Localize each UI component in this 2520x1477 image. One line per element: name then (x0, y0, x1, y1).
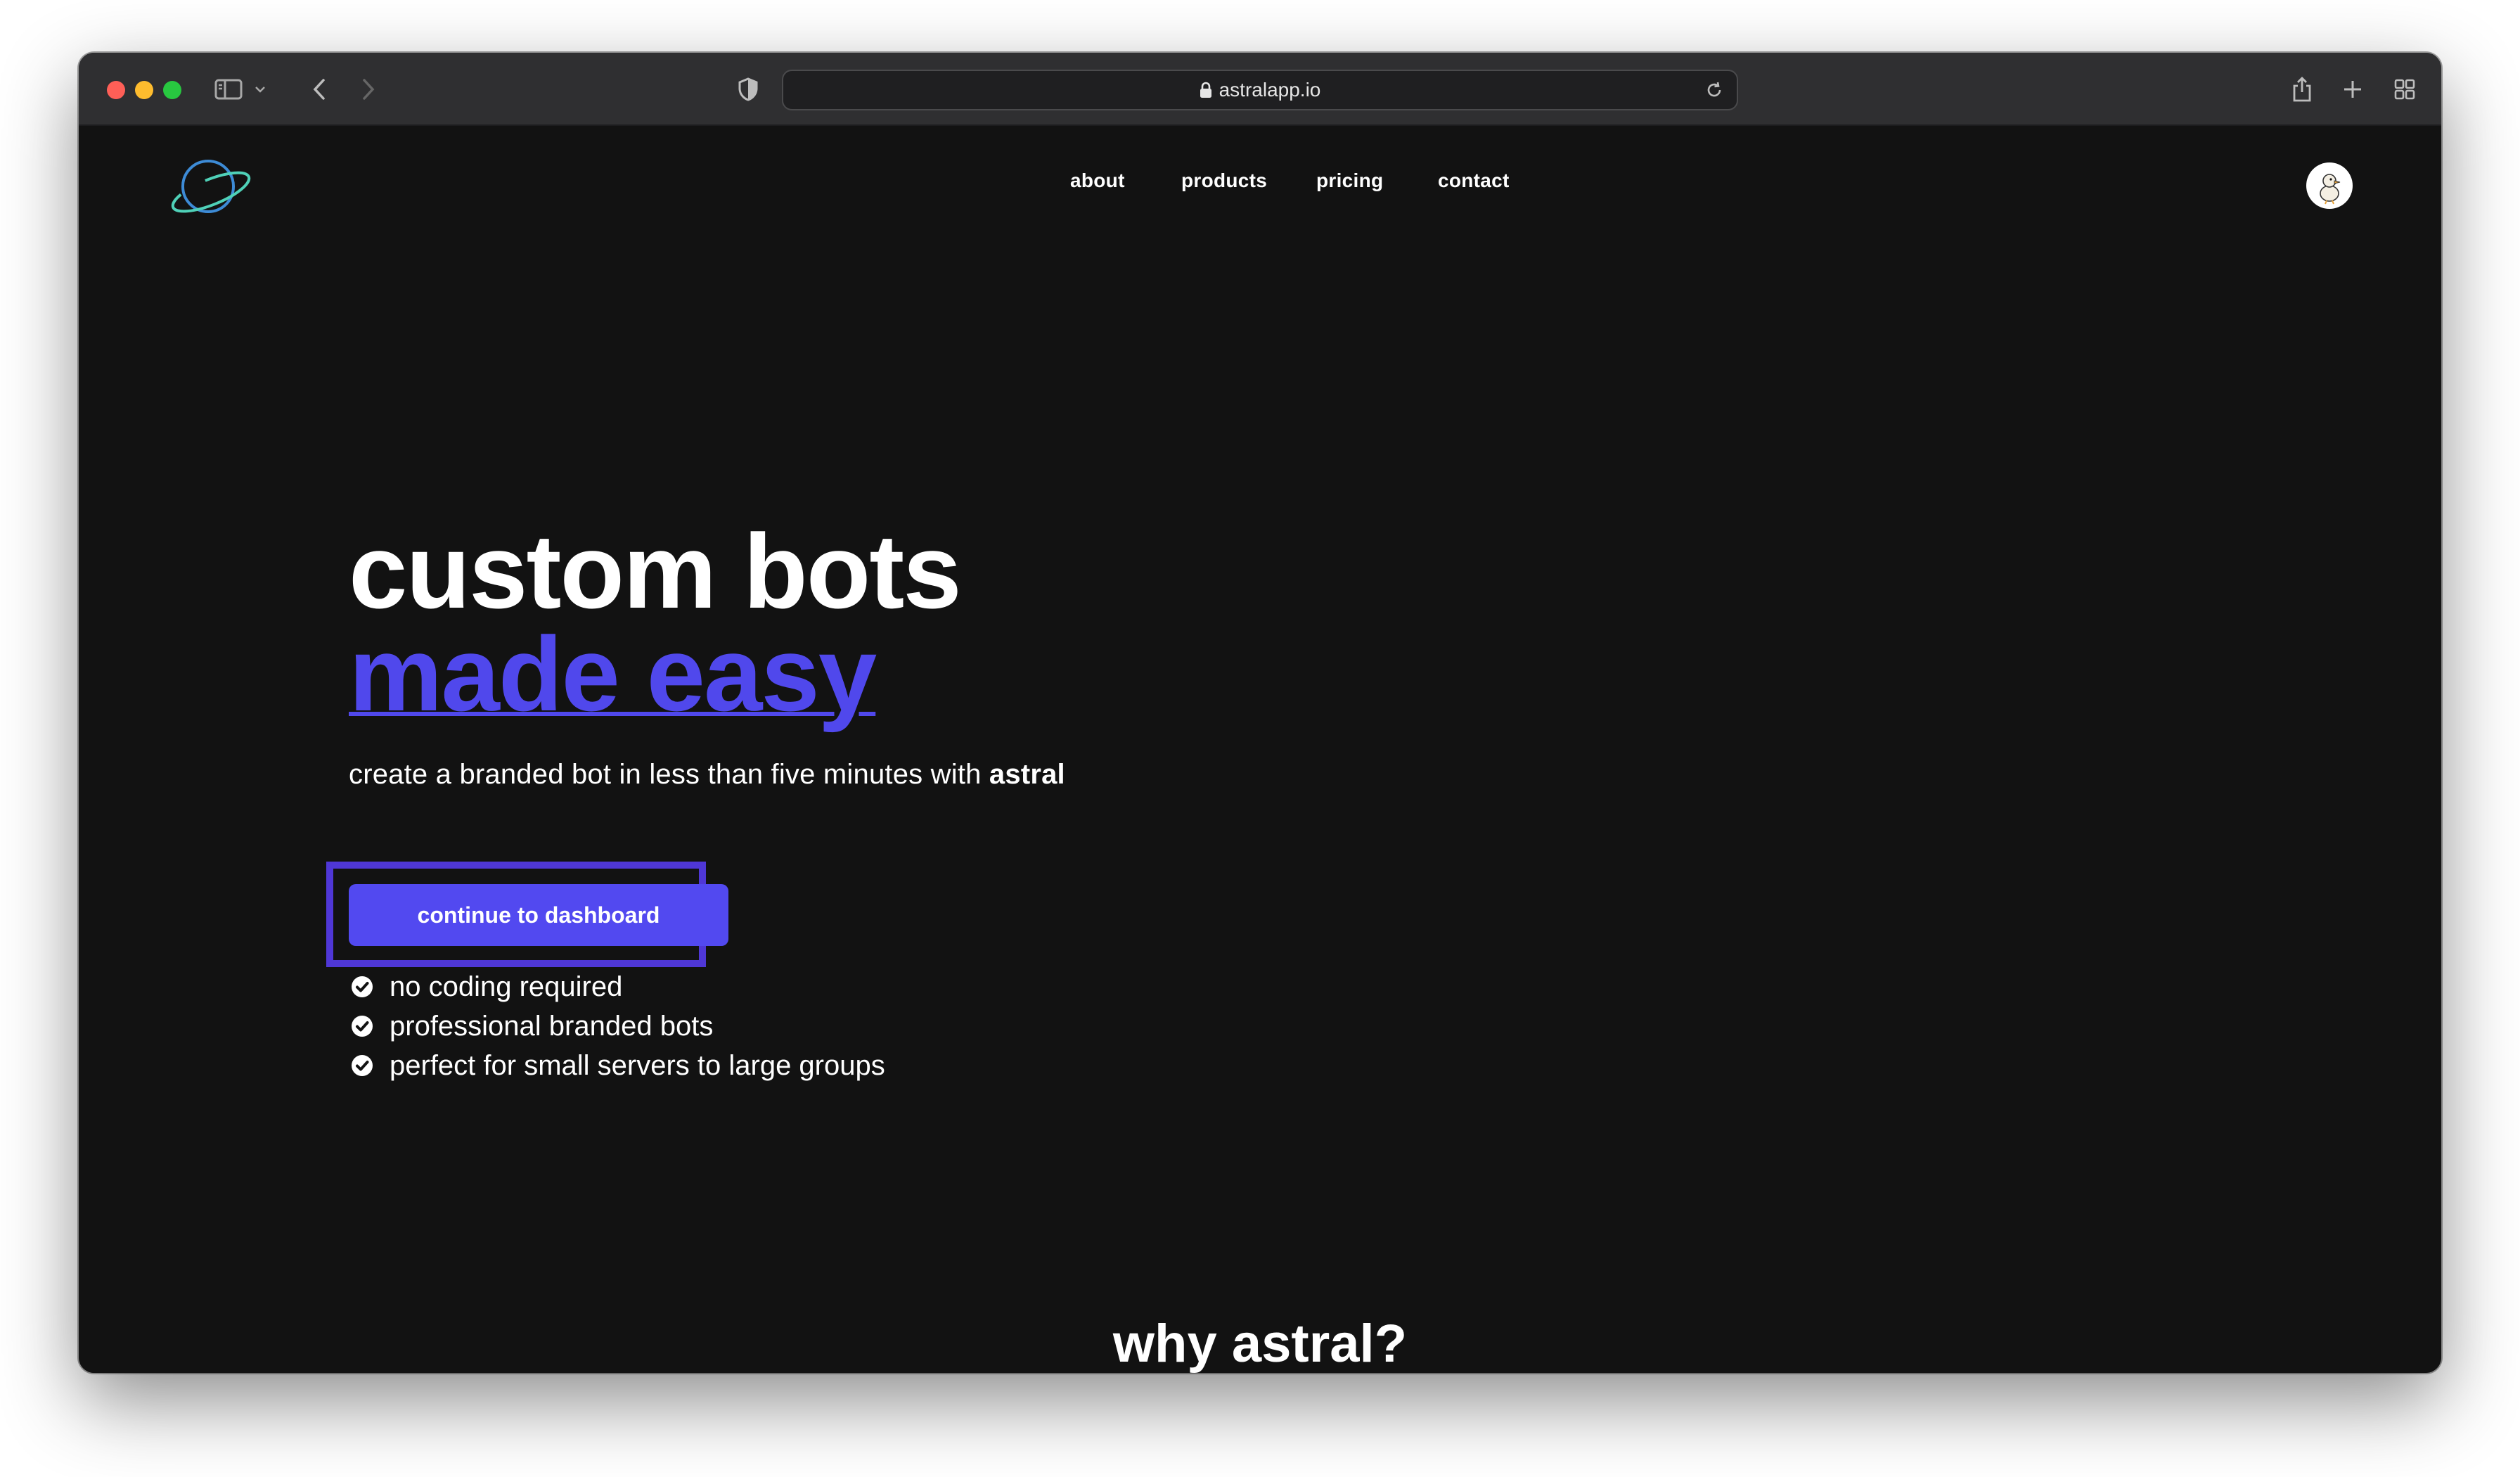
close-window-button[interactable] (107, 81, 125, 99)
lock-icon (1200, 82, 1212, 98)
nav-contact[interactable]: contact (1438, 170, 1510, 192)
browser-window: astralapp.io about products pricing cont… (79, 53, 2441, 1373)
hero-title-line2: made easy (349, 615, 877, 733)
continue-to-dashboard-button[interactable]: continue to dashboard (349, 884, 728, 946)
duck-avatar[interactable] (2306, 162, 2353, 209)
check-circle-icon (350, 975, 374, 999)
web-page: about products pricing contact custom bo… (79, 126, 2441, 1373)
list-item: professional branded bots (350, 1006, 885, 1046)
hero-subtitle-text: create a branded bot in less than five m… (349, 759, 989, 790)
forward-icon[interactable] (353, 71, 384, 108)
nav-pricing[interactable]: pricing (1316, 170, 1383, 192)
hero-subtitle: create a branded bot in less than five m… (349, 759, 1065, 791)
list-item: no coding required (350, 967, 885, 1006)
feature-text: professional branded bots (390, 1010, 714, 1042)
privacy-shield-icon[interactable] (733, 71, 764, 108)
feature-text: perfect for small servers to large group… (390, 1049, 885, 1081)
feature-text: no coding required (390, 971, 623, 1002)
nav-products[interactable]: products (1181, 170, 1267, 192)
hero-section: custom bots made easy create a branded b… (349, 512, 1065, 791)
hero-title-line1: custom bots (349, 512, 962, 630)
reload-icon[interactable] (1704, 80, 1724, 105)
hero-subtitle-brand: astral (989, 759, 1065, 790)
url-text: astralapp.io (1219, 79, 1321, 101)
minimize-window-button[interactable] (135, 81, 153, 99)
list-item: perfect for small servers to large group… (350, 1046, 885, 1085)
sidebar-icon[interactable] (212, 71, 245, 108)
main-nav: about products pricing contact (79, 170, 2441, 198)
check-circle-icon (350, 1014, 374, 1038)
maximize-window-button[interactable] (163, 81, 181, 99)
chevron-down-icon[interactable] (252, 71, 269, 108)
browser-toolbar: astralapp.io (79, 53, 2441, 126)
address-bar[interactable]: astralapp.io (782, 70, 1738, 110)
check-circle-icon (350, 1054, 374, 1078)
new-tab-icon[interactable] (2337, 71, 2368, 108)
why-astral-heading: why astral? (1112, 1314, 1408, 1373)
feature-list: no coding required professional branded … (350, 967, 885, 1085)
share-icon[interactable] (2287, 71, 2318, 108)
nav-about[interactable]: about (1070, 170, 1125, 192)
tab-overview-icon[interactable] (2389, 71, 2420, 108)
back-icon[interactable] (304, 71, 335, 108)
